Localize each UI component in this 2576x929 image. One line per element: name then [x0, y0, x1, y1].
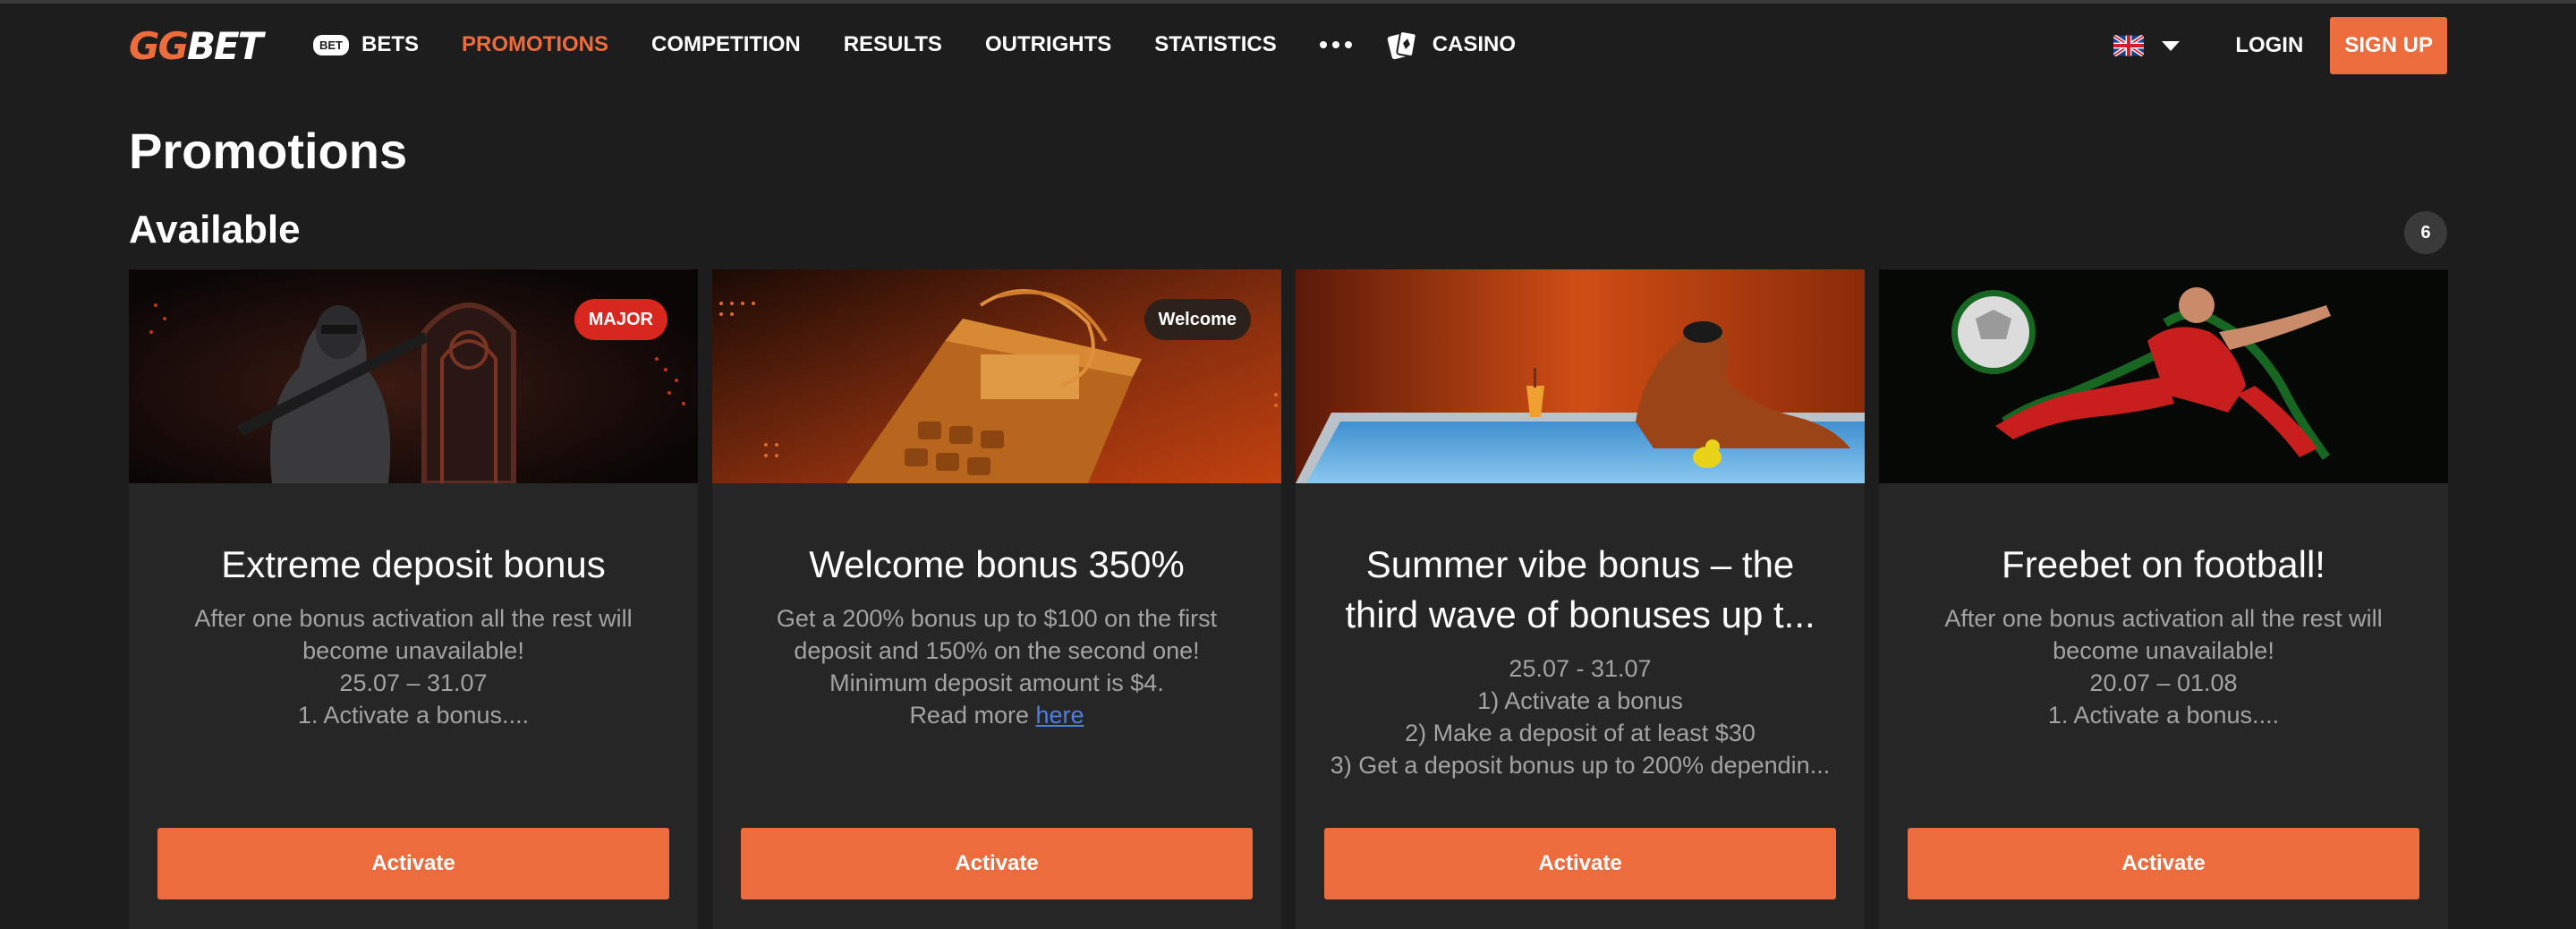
promo-description-line: become unavailable!	[2053, 637, 2274, 664]
nav-item-label: RESULTS	[843, 32, 942, 56]
nav-item-outrights[interactable]: OUTRIGHTS	[985, 32, 1111, 57]
promo-description: Get a 200% bonus up to $100 on the first…	[739, 602, 1254, 731]
promo-description: 25.07 - 31.07 1) Activate a bonus 2) Mak…	[1322, 652, 1838, 781]
promo-description-line: 3) Get a deposit bonus up to 200% depend…	[1330, 752, 1831, 779]
nav-item-label: BETS	[361, 32, 420, 56]
promo-banner-image: MAJOR	[129, 269, 698, 483]
top-navigation: GG BET BET BETS PROMOTIONS COMPETITION RE…	[0, 4, 2576, 86]
promo-card: Freebet on football! After one bonus act…	[1879, 269, 2448, 929]
promo-description-line: become unavailable!	[302, 637, 524, 664]
chevron-down-icon	[2162, 40, 2181, 51]
promo-dates: 25.07 – 31.07	[339, 669, 488, 696]
nav-item-label: STATISTICS	[1154, 32, 1277, 56]
promo-description: After one bonus activation all the rest …	[1906, 602, 2421, 731]
promo-title: Freebet on football!	[2002, 543, 2325, 585]
promo-title: Extreme deposit bonus	[221, 543, 606, 585]
promo-description-line: Get a 200% bonus up to $100 on the first	[776, 605, 1218, 632]
main-nav: BET BETS PROMOTIONS COMPETITION RESULTS …	[313, 4, 1559, 86]
nav-item-statistics[interactable]: STATISTICS	[1154, 32, 1276, 57]
promo-title-line: third wave of bonuses up t...	[1345, 593, 1815, 635]
nav-item-label: PROMOTIONS	[462, 32, 609, 56]
activate-button[interactable]: Activate	[1908, 828, 2419, 899]
read-more-prefix: Read more	[909, 702, 1036, 729]
promo-banner-image	[1879, 269, 2448, 483]
nav-item-label: OUTRIGHTS	[984, 32, 1112, 56]
promo-description-line: After one bonus activation all the rest …	[194, 605, 633, 632]
nav-item-label: COMPETITION	[651, 32, 801, 56]
activate-button[interactable]: Activate	[741, 828, 1253, 899]
uk-flag-icon	[2113, 35, 2145, 56]
promo-description-line: 1) Activate a bonus	[1477, 687, 1683, 714]
promotions-count-badge: 6	[2404, 211, 2447, 254]
account-nav: LOGIN SIGN UP	[2113, 16, 2447, 75]
promo-dates: 25.07 - 31.07	[1509, 655, 1652, 682]
activate-button[interactable]: Activate	[1324, 828, 1836, 899]
promo-description-line: 2) Make a deposit of at least $30	[1405, 720, 1756, 746]
promo-banner-image: Welcome	[712, 269, 1281, 483]
bets-badge-icon: BET	[313, 34, 349, 55]
promo-description-line: After one bonus activation all the rest …	[1944, 605, 2383, 632]
login-button[interactable]: LOGIN	[2235, 33, 2303, 58]
section-title: Available	[129, 208, 301, 251]
nav-item-results[interactable]: RESULTS	[844, 32, 942, 57]
more-menu-icon[interactable]	[1319, 41, 1352, 48]
activate-button[interactable]: Activate	[157, 828, 669, 899]
promo-title-line: Summer vibe bonus – the	[1365, 543, 1795, 585]
promo-dates: 20.07 – 01.08	[2089, 669, 2238, 696]
promo-description-line: 1. Activate a bonus....	[297, 702, 530, 729]
signup-button[interactable]: SIGN UP	[2330, 17, 2447, 74]
promo-card: MAJOR Extreme deposit bonus After one bo…	[129, 269, 698, 929]
nav-item-casino[interactable]: CASINO	[1386, 28, 1516, 62]
promo-description-line: 1. Activate a bonus....	[2047, 702, 2280, 729]
promo-title: Summer vibe bonus – the third wave of bo…	[1322, 540, 1838, 640]
nav-item-bets[interactable]: BET BETS	[313, 32, 419, 57]
language-selector[interactable]	[2113, 35, 2181, 56]
promo-card: Summer vibe bonus – the third wave of bo…	[1296, 269, 1865, 929]
promo-description-line: Minimum deposit amount is $4.	[829, 669, 1164, 696]
logo-gg-text: GG	[129, 23, 189, 68]
nav-item-label: CASINO	[1432, 32, 1517, 56]
promo-card: Welcome Welcome bonus 350% Get a 200% bo…	[712, 269, 1281, 929]
nav-item-promotions[interactable]: PROMOTIONS	[462, 32, 608, 57]
promo-description-line: deposit and 150% on the second one!	[794, 637, 1200, 664]
nav-item-competition[interactable]: COMPETITION	[651, 32, 801, 57]
major-tag: MAJOR	[574, 299, 667, 340]
welcome-tag: Welcome	[1143, 299, 1251, 340]
promo-banner-image	[1296, 269, 1865, 483]
playing-cards-icon	[1386, 28, 1420, 62]
page-title: Promotions	[129, 123, 408, 179]
promo-description: After one bonus activation all the rest …	[156, 602, 671, 731]
read-more-line: Read more here	[739, 699, 1254, 731]
read-more-link[interactable]: here	[1036, 702, 1084, 729]
promo-title: Welcome bonus 350%	[809, 543, 1185, 585]
ggbet-logo[interactable]: GG BET	[129, 23, 263, 68]
logo-bet-text: BET	[186, 23, 263, 68]
